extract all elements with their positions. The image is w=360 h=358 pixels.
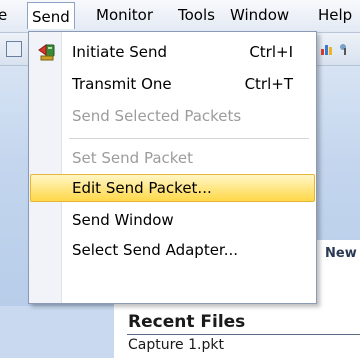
menu-item-send-window[interactable]: Send Window — [30, 206, 315, 234]
recent-files-title: Recent Files — [128, 312, 246, 332]
menu-item-shortcut: Ctrl+T — [244, 75, 293, 93]
menu-item-label: Select Send Adapter... — [72, 241, 239, 259]
menu-item-label: Edit Send Packet... — [72, 179, 212, 197]
menu-item-shortcut: Ctrl+I — [249, 43, 293, 61]
menu-item-initiate-send[interactable]: Initiate Send Ctrl+I — [30, 38, 315, 66]
menu-send[interactable]: Send — [27, 2, 75, 29]
menu-item-transmit-one[interactable]: Transmit One Ctrl+T — [30, 70, 315, 98]
menu-item-edit-send-packet[interactable]: Edit Send Packet... — [30, 174, 315, 202]
menu-item-label: Transmit One — [72, 75, 172, 93]
menu-item-set-send-packet[interactable]: Set Send Packet — [30, 144, 315, 172]
menu-item-label: Initiate Send — [72, 43, 167, 61]
menu-window[interactable]: Window — [230, 6, 289, 24]
menu-item-send-selected-packets[interactable]: Send Selected Packets — [30, 102, 315, 130]
menu-item-select-send-adapter[interactable]: Select Send Adapter... — [30, 236, 315, 264]
menu-file-partial[interactable]: e — [0, 6, 7, 24]
chart-icon[interactable] — [320, 41, 334, 55]
menu-item-label: Send Window — [72, 211, 174, 229]
menu-tools[interactable]: Tools — [178, 6, 215, 24]
send-menu-dropdown: Initiate Send Ctrl+I Transmit One Ctrl+T… — [28, 31, 317, 304]
menu-help[interactable]: Help — [318, 6, 352, 24]
menu-separator — [69, 138, 309, 139]
initiate-send-icon — [37, 42, 57, 62]
menu-item-label: Send Selected Packets — [72, 107, 242, 125]
recent-files-divider — [127, 334, 360, 335]
menu-bar: e Send Monitor Tools Window Help — [0, 0, 360, 33]
recent-file-item[interactable]: Capture 1.pkt — [128, 337, 224, 353]
toolbar-tool-icon[interactable] — [338, 41, 352, 55]
toolbar-doc-icon[interactable] — [6, 41, 22, 57]
new-label[interactable]: New — [325, 246, 357, 261]
menu-monitor[interactable]: Monitor — [96, 6, 153, 24]
menu-item-label: Set Send Packet — [72, 149, 194, 167]
